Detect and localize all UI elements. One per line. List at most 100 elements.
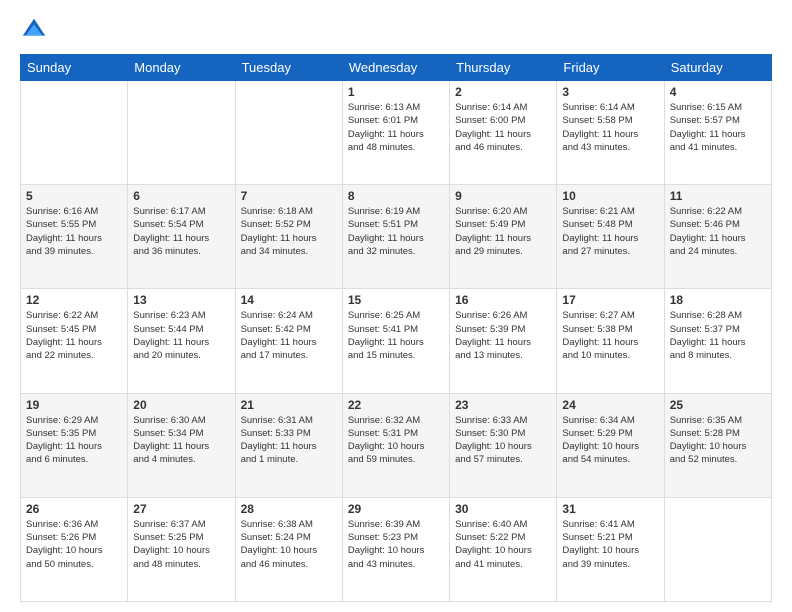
day-number: 2 [455,85,551,99]
calendar-day-29: 29 Sunrise: 6:39 AM Sunset: 5:23 PM Dayli… [342,497,449,601]
day-number: 24 [562,398,658,412]
day-number: 29 [348,502,444,516]
calendar-day-20: 20 Sunrise: 6:30 AM Sunset: 5:34 PM Dayli… [128,393,235,497]
day-info: Sunrise: 6:28 AM Sunset: 5:37 PM Dayligh… [670,309,766,362]
calendar-day-31: 31 Sunrise: 6:41 AM Sunset: 5:21 PM Dayli… [557,497,664,601]
calendar-day-3: 3 Sunrise: 6:14 AM Sunset: 5:58 PM Daylig… [557,81,664,185]
day-number: 13 [133,293,229,307]
day-number: 22 [348,398,444,412]
day-info: Sunrise: 6:22 AM Sunset: 5:45 PM Dayligh… [26,309,122,362]
day-info: Sunrise: 6:34 AM Sunset: 5:29 PM Dayligh… [562,414,658,467]
calendar-day-27: 27 Sunrise: 6:37 AM Sunset: 5:25 PM Dayli… [128,497,235,601]
calendar-day-28: 28Sunrise: 6:38 AM Sunset: 5:24 PM Dayli… [235,497,342,601]
day-info: Sunrise: 6:17 AM Sunset: 5:54 PM Dayligh… [133,205,229,258]
day-info: Sunrise: 6:26 AM Sunset: 5:39 PM Dayligh… [455,309,551,362]
page: SundayMondayTuesdayWednesdayThursdayFrid… [0,0,792,612]
day-info: Sunrise: 6:16 AM Sunset: 5:55 PM Dayligh… [26,205,122,258]
weekday-header-sunday: Sunday [21,55,128,81]
day-info: Sunrise: 6:40 AM Sunset: 5:22 PM Dayligh… [455,518,551,571]
day-number: 25 [670,398,766,412]
day-info: Sunrise: 6:41 AM Sunset: 5:21 PM Dayligh… [562,518,658,571]
day-number: 4 [670,85,766,99]
calendar-empty-cell [664,497,771,601]
day-number: 1 [348,85,444,99]
day-info: Sunrise: 6:35 AM Sunset: 5:28 PM Dayligh… [670,414,766,467]
calendar-week-3: 19 Sunrise: 6:29 AM Sunset: 5:35 PM Dayli… [21,393,772,497]
day-info: Sunrise: 6:32 AM Sunset: 5:31 PM Dayligh… [348,414,444,467]
weekday-header-tuesday: Tuesday [235,55,342,81]
calendar-week-1: 5 Sunrise: 6:16 AM Sunset: 5:55 PM Daylig… [21,185,772,289]
day-info: Sunrise: 6:21 AM Sunset: 5:48 PM Dayligh… [562,205,658,258]
calendar-day-9: 9 Sunrise: 6:20 AM Sunset: 5:49 PM Daylig… [450,185,557,289]
calendar-day-7: 7 Sunrise: 6:18 AM Sunset: 5:52 PM Daylig… [235,185,342,289]
day-number: 27 [133,502,229,516]
calendar-empty-cell [235,81,342,185]
day-info: Sunrise: 6:39 AM Sunset: 5:23 PM Dayligh… [348,518,444,571]
day-info: Sunrise: 6:19 AM Sunset: 5:51 PM Dayligh… [348,205,444,258]
calendar-day-26: 26 Sunrise: 6:36 AM Sunset: 5:26 PM Dayli… [21,497,128,601]
day-number: 20 [133,398,229,412]
calendar-day-13: 13 Sunrise: 6:23 AM Sunset: 5:44 PM Dayli… [128,289,235,393]
day-number: 26 [26,502,122,516]
calendar-day-4: 4Sunrise: 6:15 AM Sunset: 5:57 PM Daylig… [664,81,771,185]
day-number: 7 [241,189,337,203]
calendar-week-4: 26 Sunrise: 6:36 AM Sunset: 5:26 PM Dayli… [21,497,772,601]
day-info: Sunrise: 6:30 AM Sunset: 5:34 PM Dayligh… [133,414,229,467]
calendar-table: SundayMondayTuesdayWednesdayThursdayFrid… [20,54,772,602]
day-info: Sunrise: 6:18 AM Sunset: 5:52 PM Dayligh… [241,205,337,258]
weekday-header-friday: Friday [557,55,664,81]
calendar-day-25: 25 Sunrise: 6:35 AM Sunset: 5:28 PM Dayli… [664,393,771,497]
day-number: 31 [562,502,658,516]
day-number: 19 [26,398,122,412]
day-number: 5 [26,189,122,203]
day-number: 23 [455,398,551,412]
calendar-day-19: 19 Sunrise: 6:29 AM Sunset: 5:35 PM Dayli… [21,393,128,497]
day-number: 3 [562,85,658,99]
calendar-empty-cell [21,81,128,185]
calendar-day-10: 10Sunrise: 6:21 AM Sunset: 5:48 PM Dayli… [557,185,664,289]
day-info: Sunrise: 6:20 AM Sunset: 5:49 PM Dayligh… [455,205,551,258]
weekday-header-row: SundayMondayTuesdayWednesdayThursdayFrid… [21,55,772,81]
day-info: Sunrise: 6:36 AM Sunset: 5:26 PM Dayligh… [26,518,122,571]
day-number: 14 [241,293,337,307]
calendar-day-15: 15 Sunrise: 6:25 AM Sunset: 5:41 PM Dayli… [342,289,449,393]
day-info: Sunrise: 6:14 AM Sunset: 6:00 PM Dayligh… [455,101,551,154]
day-info: Sunrise: 6:25 AM Sunset: 5:41 PM Dayligh… [348,309,444,362]
logo-icon [20,16,48,44]
day-number: 16 [455,293,551,307]
day-number: 6 [133,189,229,203]
day-info: Sunrise: 6:22 AM Sunset: 5:46 PM Dayligh… [670,205,766,258]
day-number: 28 [241,502,337,516]
calendar-day-8: 8Sunrise: 6:19 AM Sunset: 5:51 PM Daylig… [342,185,449,289]
calendar-day-22: 22 Sunrise: 6:32 AM Sunset: 5:31 PM Dayli… [342,393,449,497]
day-number: 9 [455,189,551,203]
calendar-day-18: 18 Sunrise: 6:28 AM Sunset: 5:37 PM Dayli… [664,289,771,393]
day-info: Sunrise: 6:37 AM Sunset: 5:25 PM Dayligh… [133,518,229,571]
day-info: Sunrise: 6:33 AM Sunset: 5:30 PM Dayligh… [455,414,551,467]
calendar-day-11: 11 Sunrise: 6:22 AM Sunset: 5:46 PM Dayli… [664,185,771,289]
calendar-day-30: 30 Sunrise: 6:40 AM Sunset: 5:22 PM Dayli… [450,497,557,601]
logo [20,16,52,44]
calendar-empty-cell [128,81,235,185]
day-number: 18 [670,293,766,307]
calendar-day-17: 17Sunrise: 6:27 AM Sunset: 5:38 PM Dayli… [557,289,664,393]
calendar-week-0: 1 Sunrise: 6:13 AM Sunset: 6:01 PM Daylig… [21,81,772,185]
day-info: Sunrise: 6:13 AM Sunset: 6:01 PM Dayligh… [348,101,444,154]
calendar-day-6: 6 Sunrise: 6:17 AM Sunset: 5:54 PM Daylig… [128,185,235,289]
day-info: Sunrise: 6:29 AM Sunset: 5:35 PM Dayligh… [26,414,122,467]
calendar-day-14: 14 Sunrise: 6:24 AM Sunset: 5:42 PM Dayli… [235,289,342,393]
calendar-day-5: 5 Sunrise: 6:16 AM Sunset: 5:55 PM Daylig… [21,185,128,289]
calendar-day-24: 24 Sunrise: 6:34 AM Sunset: 5:29 PM Dayli… [557,393,664,497]
day-info: Sunrise: 6:14 AM Sunset: 5:58 PM Dayligh… [562,101,658,154]
calendar-day-1: 1 Sunrise: 6:13 AM Sunset: 6:01 PM Daylig… [342,81,449,185]
day-info: Sunrise: 6:23 AM Sunset: 5:44 PM Dayligh… [133,309,229,362]
calendar-day-2: 2 Sunrise: 6:14 AM Sunset: 6:00 PM Daylig… [450,81,557,185]
day-info: Sunrise: 6:24 AM Sunset: 5:42 PM Dayligh… [241,309,337,362]
day-number: 30 [455,502,551,516]
day-number: 12 [26,293,122,307]
day-number: 11 [670,189,766,203]
weekday-header-monday: Monday [128,55,235,81]
weekday-header-saturday: Saturday [664,55,771,81]
day-number: 15 [348,293,444,307]
day-info: Sunrise: 6:27 AM Sunset: 5:38 PM Dayligh… [562,309,658,362]
